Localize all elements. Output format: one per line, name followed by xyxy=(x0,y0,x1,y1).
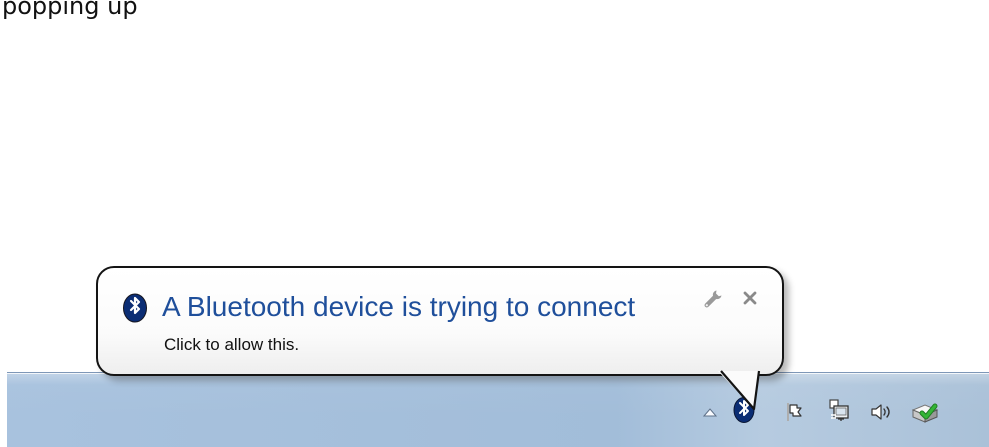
action-center-flag-icon[interactable] xyxy=(780,398,810,426)
device-checkmark-icon[interactable] xyxy=(910,397,940,425)
bluetooth-icon xyxy=(122,293,148,323)
screen: popping up A Bluetooth device is trying … xyxy=(0,0,989,447)
network-icon[interactable] xyxy=(825,397,855,425)
notification-title[interactable]: A Bluetooth device is trying to connect xyxy=(162,291,722,323)
notification-pointer xyxy=(718,370,761,411)
close-icon xyxy=(743,291,757,305)
bluetooth-notification[interactable]: A Bluetooth device is trying to connect … xyxy=(96,266,784,376)
taskbar xyxy=(7,372,989,447)
close-button[interactable] xyxy=(738,286,762,310)
notification-message[interactable]: Click to allow this. xyxy=(164,335,299,355)
wrench-icon[interactable] xyxy=(701,288,725,312)
volume-icon[interactable] xyxy=(866,398,896,426)
partial-page-text: popping up xyxy=(2,0,138,20)
